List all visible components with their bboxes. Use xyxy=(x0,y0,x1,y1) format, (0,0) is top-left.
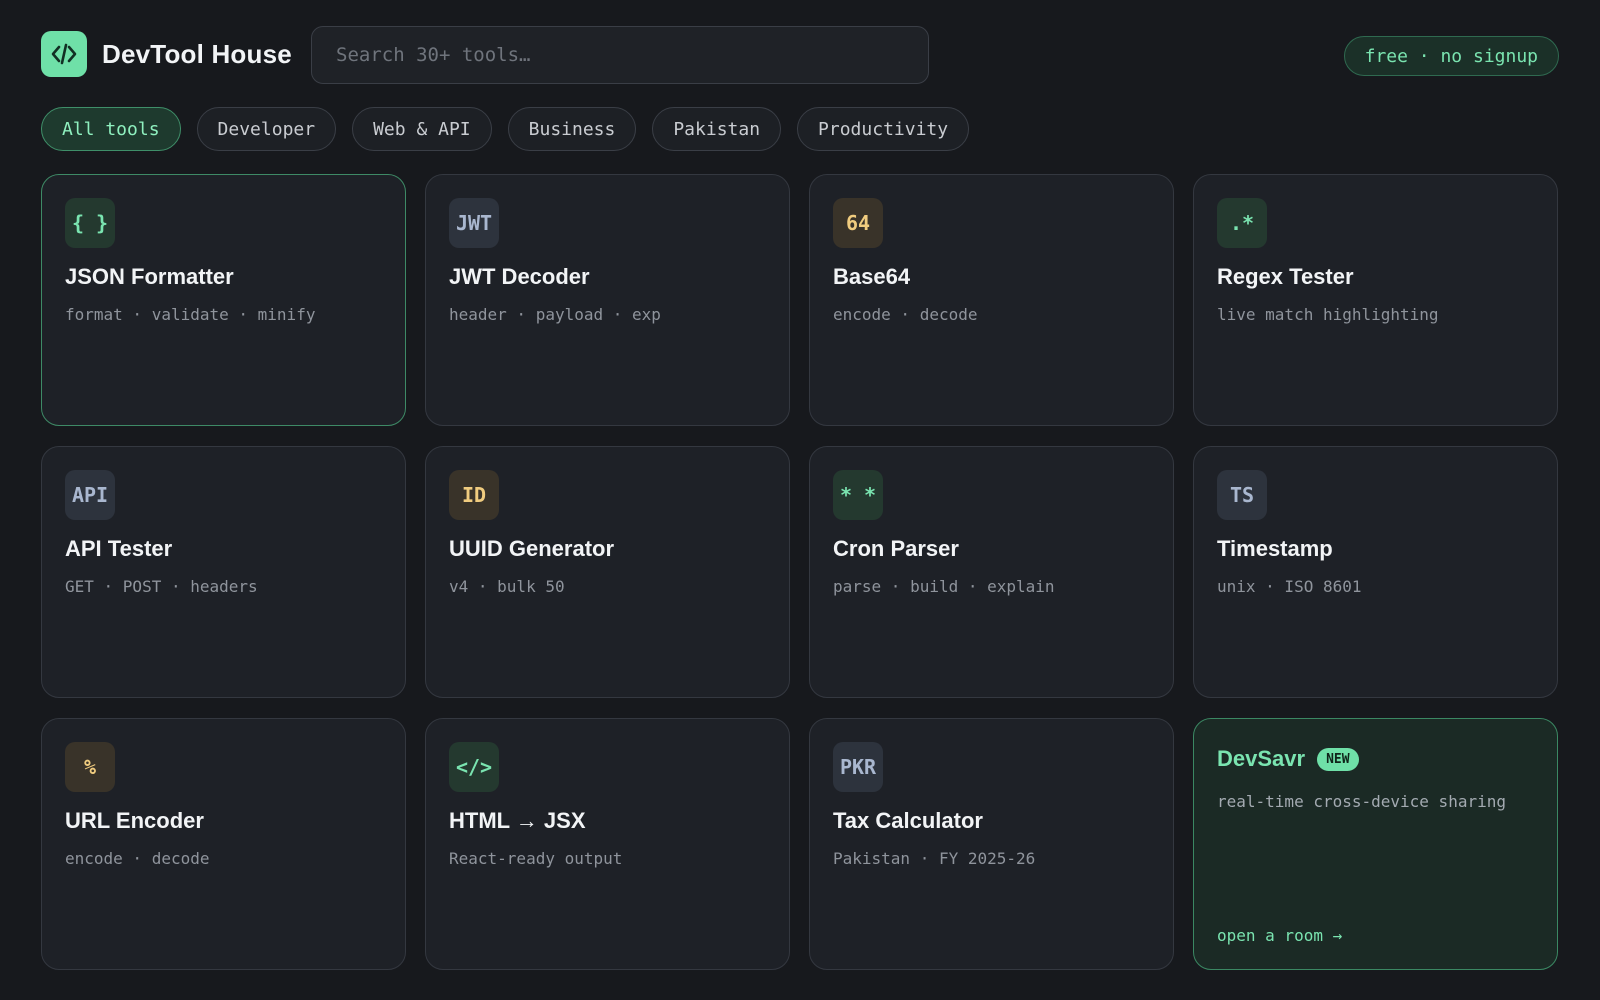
tool-title: Cron Parser xyxy=(833,536,959,561)
tool-card-regex-tester[interactable]: .* Regex Tester live match highlighting xyxy=(1193,174,1558,426)
tool-subtitle: header · payload · exp xyxy=(449,305,661,324)
brand-name[interactable]: DevTool House xyxy=(102,39,292,70)
tool-title: JSON Formatter xyxy=(65,264,234,289)
promo-card-devsavr[interactable]: DevSavr NEW real-time cross-device sharing… xyxy=(1193,718,1558,970)
filter-chip-pakistan[interactable]: Pakistan xyxy=(652,107,782,151)
filter-chip-productivity[interactable]: Productivity xyxy=(797,107,970,151)
tool-card-cron-parser[interactable]: * * Cron Parser parse · build · explain xyxy=(809,446,1174,698)
pkr-icon: PKR xyxy=(833,742,883,792)
tool-title: Tax Calculator xyxy=(833,808,983,833)
filter-bar: All tools Developer Web & API Business Pakis… xyxy=(41,107,970,151)
tool-title: Timestamp xyxy=(1217,536,1333,561)
tool-title: API Tester xyxy=(65,536,173,561)
tool-subtitle: unix · ISO 8601 xyxy=(1217,577,1362,596)
open-room-link[interactable]: open a room → xyxy=(1217,926,1342,945)
api-icon: API xyxy=(65,470,115,520)
search-input[interactable] xyxy=(312,27,928,83)
tool-grid: { } JSON Formatter format · validate · min… xyxy=(41,174,1558,970)
tool-card-html-jsx[interactable]: </> HTML → JSX React-ready output xyxy=(425,718,790,970)
jwt-icon: JWT xyxy=(449,198,499,248)
tool-subtitle: live match highlighting xyxy=(1217,305,1439,324)
tool-card-uuid-generator[interactable]: ID UUID Generator v4 · bulk 50 xyxy=(425,446,790,698)
tool-subtitle: GET · POST · headers xyxy=(65,577,258,596)
tool-subtitle: encode · decode xyxy=(833,305,978,324)
filter-chip-web-api[interactable]: Web & API xyxy=(352,107,492,151)
tool-card-base64[interactable]: 64 Base64 encode · decode xyxy=(809,174,1174,426)
tool-subtitle: Pakistan · FY 2025-26 xyxy=(833,849,1036,868)
tool-subtitle: encode · decode xyxy=(65,849,210,868)
promo-title: DevSavr xyxy=(1217,746,1306,771)
header: DevTool House free · no signup xyxy=(41,26,1559,84)
new-badge: NEW xyxy=(1317,747,1359,771)
tool-card-jwt-decoder[interactable]: JWT JWT Decoder header · payload · exp xyxy=(425,174,790,426)
search-box[interactable] xyxy=(311,26,929,84)
promo-subtitle: real-time cross-device sharing xyxy=(1217,792,1506,811)
tool-card-tax-calculator[interactable]: PKR Tax Calculator Pakistan · FY 2025-26 xyxy=(809,718,1174,970)
tool-card-url-encoder[interactable]: % URL Encoder encode · decode xyxy=(41,718,406,970)
tool-title: Base64 xyxy=(833,264,911,289)
regex-icon: .* xyxy=(1217,198,1267,248)
percent-icon: % xyxy=(65,742,115,792)
braces-icon: { } xyxy=(65,198,115,248)
filter-chip-all-tools[interactable]: All tools xyxy=(41,107,181,151)
filter-chip-developer[interactable]: Developer xyxy=(196,107,337,151)
asterisks-icon: * * xyxy=(833,470,883,520)
id-icon: ID xyxy=(449,470,499,520)
free-badge: free · no signup xyxy=(1343,36,1559,76)
timestamp-icon: TS xyxy=(1217,470,1267,520)
tool-subtitle: format · validate · minify xyxy=(65,305,316,324)
tool-title: URL Encoder xyxy=(65,808,204,833)
tool-title: JWT Decoder xyxy=(449,264,590,289)
tool-subtitle: React-ready output xyxy=(449,849,623,868)
tool-card-timestamp[interactable]: TS Timestamp unix · ISO 8601 xyxy=(1193,446,1558,698)
promo-header: DevSavr NEW xyxy=(1217,746,1534,772)
tool-title: UUID Generator xyxy=(449,536,615,561)
logo[interactable] xyxy=(41,31,87,77)
tool-card-api-tester[interactable]: API API Tester GET · POST · headers xyxy=(41,446,406,698)
tool-title: Regex Tester xyxy=(1217,264,1354,289)
code-brackets-icon xyxy=(51,43,77,65)
tool-subtitle: v4 · bulk 50 xyxy=(449,577,565,596)
base64-icon: 64 xyxy=(833,198,883,248)
tool-subtitle: parse · build · explain xyxy=(833,577,1055,596)
tool-title: HTML → JSX xyxy=(449,808,586,833)
code-tag-icon: </> xyxy=(449,742,499,792)
filter-chip-business[interactable]: Business xyxy=(507,107,637,151)
tool-card-json-formatter[interactable]: { } JSON Formatter format · validate · min… xyxy=(41,174,406,426)
